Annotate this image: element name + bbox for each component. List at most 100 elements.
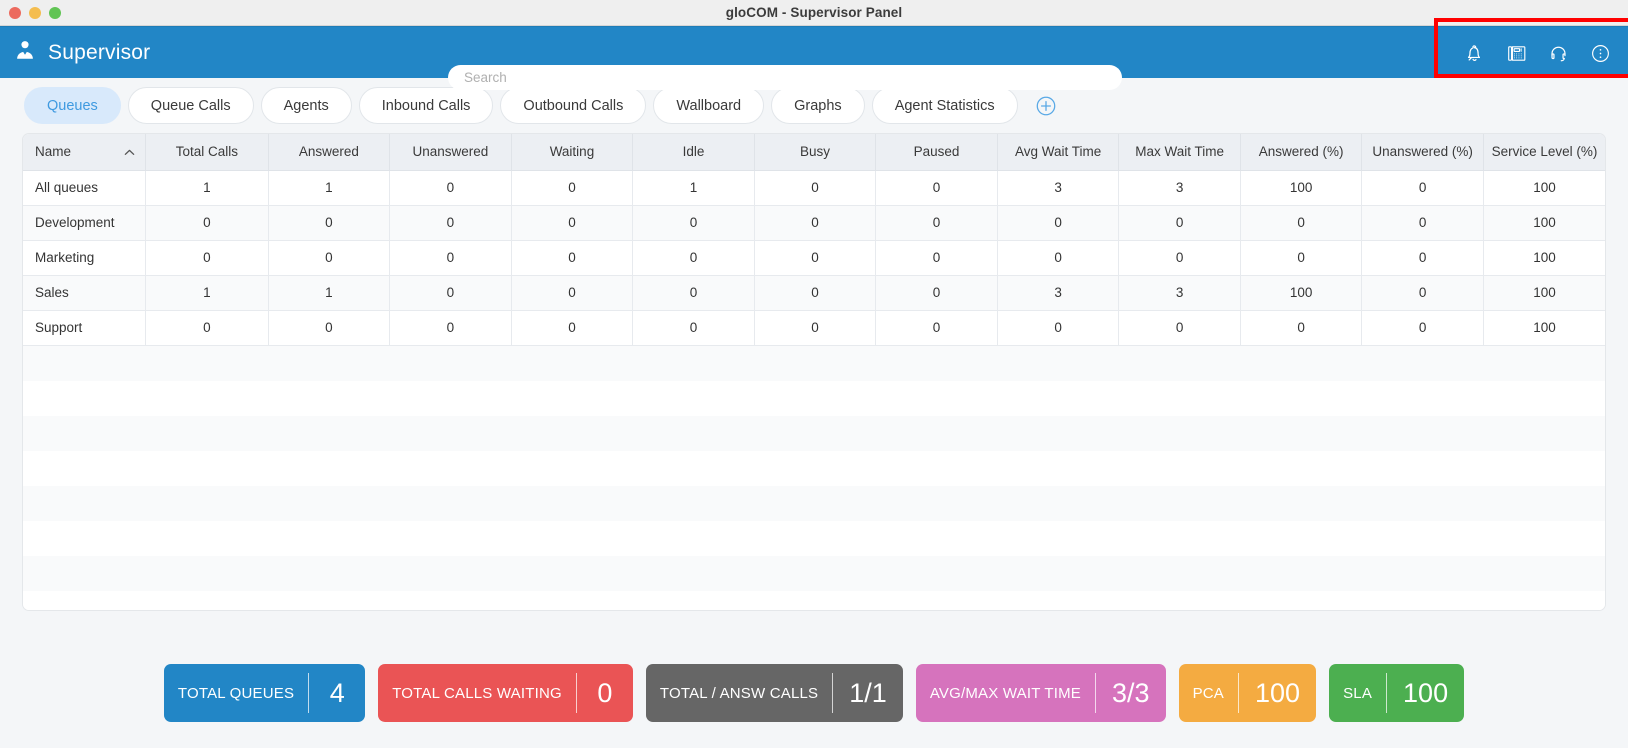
brand: Supervisor [0,39,420,66]
cell-unanswered-pct: 0 [1361,240,1484,276]
column-header-total-calls[interactable]: Total Calls [145,134,269,171]
phone-icon[interactable] [1504,41,1528,65]
cell-answered: 0 [268,205,391,241]
stat-label: PCA [1192,684,1225,702]
cell-total-calls: 1 [145,170,269,206]
cell-service-level-pct: 100 [1483,240,1605,276]
empty-row [23,415,1605,451]
stat-card-total-queues[interactable]: TOTAL QUEUES 4 [163,664,366,722]
tab-agents[interactable]: Agents [260,87,352,124]
cell-answered-pct: 0 [1240,310,1363,346]
table-row[interactable]: All queues 1 1 0 0 1 0 0 3 3 100 0 100 [23,170,1605,206]
cell-service-level-pct: 100 [1483,205,1605,241]
cell-unanswered-pct: 0 [1361,205,1484,241]
table-header-row: Name Total Calls Answered Unanswered Wai… [23,134,1605,171]
column-header-paused[interactable]: Paused [875,134,998,171]
tab-label: Inbound Calls [381,97,471,114]
stat-card-total-calls-waiting[interactable]: TOTAL CALLS WAITING 0 [378,664,633,722]
tab-queues[interactable]: Queues [24,87,121,124]
stat-card-avg-max-wait-time[interactable]: AVG/MAX WAIT TIME 3/3 [915,664,1166,722]
stat-value: 0 [597,677,613,708]
cell-paused: 0 [875,240,998,276]
column-header-busy[interactable]: Busy [754,134,877,171]
cell-name: Marketing [23,240,147,276]
tab-outbound-calls[interactable]: Outbound Calls [500,87,647,124]
stat-label: SLA [1343,684,1373,702]
cell-answered-pct: 0 [1240,240,1363,276]
cell-service-level-pct: 100 [1483,170,1605,206]
stat-value: 3/3 [1112,677,1150,708]
cell-name: Support [23,310,147,346]
stat-value: 4 [329,677,345,708]
search-input[interactable] [448,65,1122,90]
column-header-label: Answered (%) [1258,144,1344,160]
column-header-max-wait-time[interactable]: Max Wait Time [1118,134,1241,171]
column-header-unanswered[interactable]: Unanswered [389,134,512,171]
empty-row [23,450,1605,486]
cell-name: Development [23,205,147,241]
queues-table-card: Name Total Calls Answered Unanswered Wai… [22,133,1606,611]
column-header-label: Avg Wait Time [1014,144,1102,160]
cell-busy: 0 [754,275,877,311]
window-controls [9,0,61,25]
empty-row [23,520,1605,556]
cell-max-wait-time: 3 [1118,170,1241,206]
empty-row [23,555,1605,591]
cell-answered: 1 [268,170,391,206]
notifications-icon[interactable] [1462,41,1486,65]
minimize-button[interactable] [29,6,41,19]
tab-queue-calls[interactable]: Queue Calls [127,87,254,124]
cell-avg-wait-time: 0 [997,310,1120,346]
column-header-avg-wait-time[interactable]: Avg Wait Time [997,134,1120,171]
column-header-idle[interactable]: Idle [632,134,755,171]
stat-card-sla[interactable]: SLA 100 [1329,664,1465,722]
column-header-unanswered-pct[interactable]: Unanswered (%) [1361,134,1484,171]
cell-waiting: 0 [511,170,634,206]
table-header: Name Total Calls Answered Unanswered Wai… [23,134,1605,171]
cell-service-level-pct: 100 [1483,310,1605,346]
window-titlebar: gloCOM - Supervisor Panel [0,0,1628,26]
stat-value: 100 [1403,677,1449,708]
window-title: gloCOM - Supervisor Panel [725,5,903,20]
cell-answered: 0 [268,240,391,276]
column-header-answered-pct[interactable]: Answered (%) [1240,134,1363,171]
cell-idle: 1 [632,170,755,206]
maximize-button[interactable] [49,6,61,19]
cell-answered: 0 [268,310,391,346]
more-options-icon[interactable] [1588,41,1612,65]
column-header-service-level-pct[interactable]: Service Level (%) [1483,134,1605,171]
tab-graphs[interactable]: Graphs [771,87,865,124]
column-header-label: Waiting [549,144,595,160]
close-button[interactable] [9,6,21,19]
column-header-waiting[interactable]: Waiting [511,134,634,171]
tab-wallboard[interactable]: Wallboard [653,87,765,124]
cell-paused: 0 [875,275,998,311]
column-header-label: Unanswered [412,144,489,160]
cell-answered: 1 [268,275,391,311]
empty-row [23,345,1605,381]
table-row[interactable]: Development 0 0 0 0 0 0 0 0 0 0 0 100 [23,205,1605,241]
tab-label: Outbound Calls [523,97,624,114]
column-header-label: Paused [913,144,960,160]
cell-answered-pct: 0 [1240,205,1363,241]
stat-label: TOTAL CALLS WAITING [392,684,562,702]
headset-icon[interactable] [1546,41,1570,65]
stat-card-total-answered-calls[interactable]: TOTAL / ANSW CALLS 1/1 [645,664,903,722]
column-header-answered[interactable]: Answered [268,134,391,171]
tab-agent-statistics[interactable]: Agent Statistics [871,87,1018,124]
cell-answered-pct: 100 [1240,170,1363,206]
table-row[interactable]: Marketing 0 0 0 0 0 0 0 0 0 0 0 100 [23,240,1605,276]
column-header-label: Total Calls [175,144,238,160]
tab-inbound-calls[interactable]: Inbound Calls [358,87,494,124]
column-header-name[interactable]: Name [23,134,147,171]
cell-unanswered-pct: 0 [1361,170,1484,206]
cell-unanswered-pct: 0 [1361,310,1484,346]
table-row[interactable]: Support 0 0 0 0 0 0 0 0 0 0 0 100 [23,310,1605,346]
table-row[interactable]: Sales 1 1 0 0 0 0 0 3 3 100 0 100 [23,275,1605,311]
plus-circle-icon[interactable] [1035,95,1057,117]
stats-bar: TOTAL QUEUES 4 TOTAL CALLS WAITING 0 TOT… [0,638,1628,748]
stat-card-pca[interactable]: PCA 100 [1178,664,1317,722]
tab-label: Graphs [794,97,842,114]
cell-total-calls: 0 [145,240,269,276]
cell-name: Sales [23,275,147,311]
